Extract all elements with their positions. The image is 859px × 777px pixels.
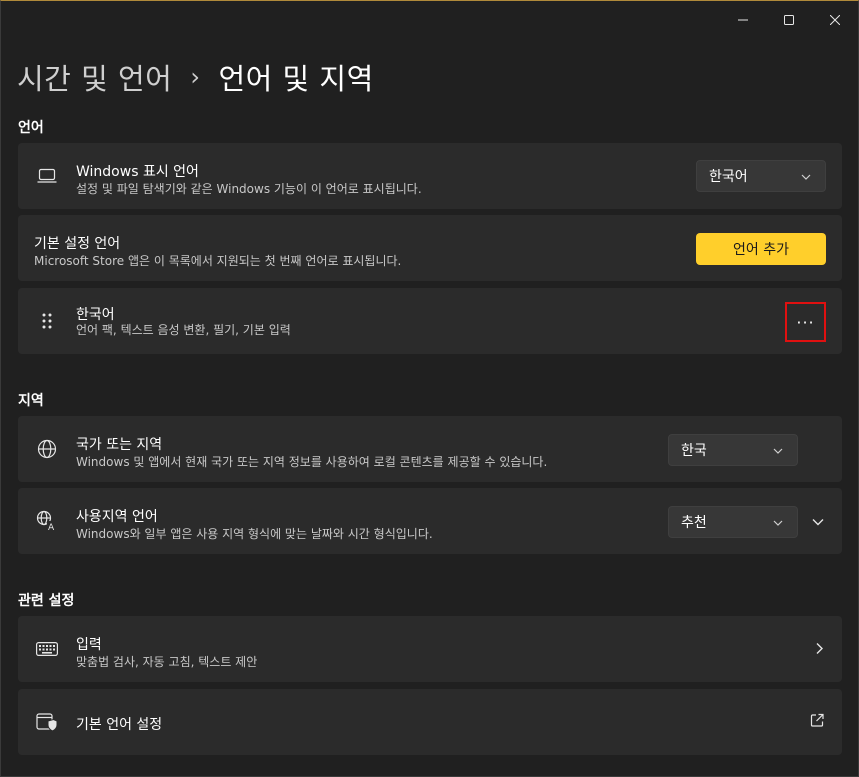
language-format-icon: A — [36, 510, 58, 532]
add-language-button[interactable]: 언어 추가 — [696, 233, 826, 265]
section-title-region: 지역 — [18, 393, 44, 409]
chevron-down-icon — [773, 442, 783, 458]
display-language-dropdown[interactable]: 한국어 — [696, 160, 826, 192]
drag-handle-icon[interactable] — [36, 310, 58, 332]
chevron-down-icon — [773, 514, 783, 530]
breadcrumb-separator: › — [190, 63, 201, 91]
country-region-desc: Windows 및 앱에서 현재 국가 또는 지역 정보를 사용하여 로컬 콘텐… — [76, 455, 548, 469]
preferred-languages-card: 기본 설정 언어 Microsoft Store 앱은 이 목록에서 지원되는 … — [18, 215, 842, 281]
minimize-button[interactable] — [720, 1, 766, 39]
regional-format-title: 사용지역 언어 — [76, 509, 158, 525]
preferred-languages-desc: Microsoft Store 앱은 이 목록에서 지원되는 첫 번째 언어로 … — [34, 254, 402, 268]
display-language-value: 한국어 — [709, 169, 748, 185]
country-region-value: 한국 — [681, 443, 707, 459]
admin-shield-icon — [36, 711, 58, 733]
laptop-icon — [36, 165, 58, 187]
regional-format-dropdown[interactable]: 추천 — [668, 506, 798, 538]
chevron-right-icon — [816, 640, 824, 659]
admin-language-title: 기본 언어 설정 — [76, 717, 163, 733]
section-title-related: 관련 설정 — [18, 593, 75, 609]
admin-language-card[interactable]: 기본 언어 설정 — [18, 689, 842, 755]
section-title-language: 언어 — [18, 120, 44, 136]
display-language-desc: 설정 및 파일 탐색기와 같은 Windows 기능이 이 언어로 표시됩니다. — [76, 182, 422, 196]
expand-chevron-icon[interactable] — [812, 512, 824, 531]
typing-title: 입력 — [76, 637, 102, 653]
minimize-icon — [738, 19, 748, 21]
preferred-languages-title: 기본 설정 언어 — [34, 236, 121, 252]
typing-card[interactable]: 입력 맞춤법 검사, 자동 고침, 텍스트 제안 — [18, 616, 842, 682]
window-controls — [720, 1, 858, 39]
more-options-button[interactable]: ··· — [785, 302, 826, 342]
maximize-button[interactable] — [766, 1, 812, 39]
korean-language-desc: 언어 팩, 텍스트 음성 변환, 필기, 기본 입력 — [76, 323, 291, 337]
settings-window: 시간 및 언어 › 언어 및 지역 언어 Windows 표시 언어 설정 및 … — [0, 0, 859, 777]
display-language-card: Windows 표시 언어 설정 및 파일 탐색기와 같은 Windows 기능… — [18, 143, 842, 209]
keyboard-icon — [36, 638, 58, 660]
page-title: 언어 및 지역 — [218, 62, 374, 96]
country-region-title: 국가 또는 지역 — [76, 437, 163, 453]
chevron-down-icon — [801, 168, 811, 184]
external-link-icon — [810, 713, 824, 732]
close-icon — [830, 15, 840, 25]
breadcrumb: 시간 및 언어 › 언어 및 지역 — [17, 57, 374, 97]
display-language-title: Windows 표시 언어 — [76, 164, 199, 180]
svg-text:A: A — [48, 523, 55, 532]
maximize-icon — [784, 15, 794, 25]
country-region-card: 국가 또는 지역 Windows 및 앱에서 현재 국가 또는 지역 정보를 사… — [18, 416, 842, 482]
typing-desc: 맞춤법 검사, 자동 고침, 텍스트 제안 — [76, 655, 258, 669]
breadcrumb-parent[interactable]: 시간 및 언어 — [17, 56, 172, 98]
country-region-dropdown[interactable]: 한국 — [668, 434, 798, 466]
regional-format-desc: Windows와 일부 앱은 사용 지역 형식에 맞는 날짜와 시간 형식입니다… — [76, 527, 433, 541]
regional-format-card[interactable]: A 사용지역 언어 Windows와 일부 앱은 사용 지역 형식에 맞는 날짜… — [18, 488, 842, 554]
regional-format-value: 추천 — [681, 515, 707, 531]
korean-language-card[interactable]: 한국어 언어 팩, 텍스트 음성 변환, 필기, 기본 입력 ··· — [18, 288, 842, 354]
globe-icon — [36, 438, 58, 460]
close-button[interactable] — [812, 1, 858, 39]
